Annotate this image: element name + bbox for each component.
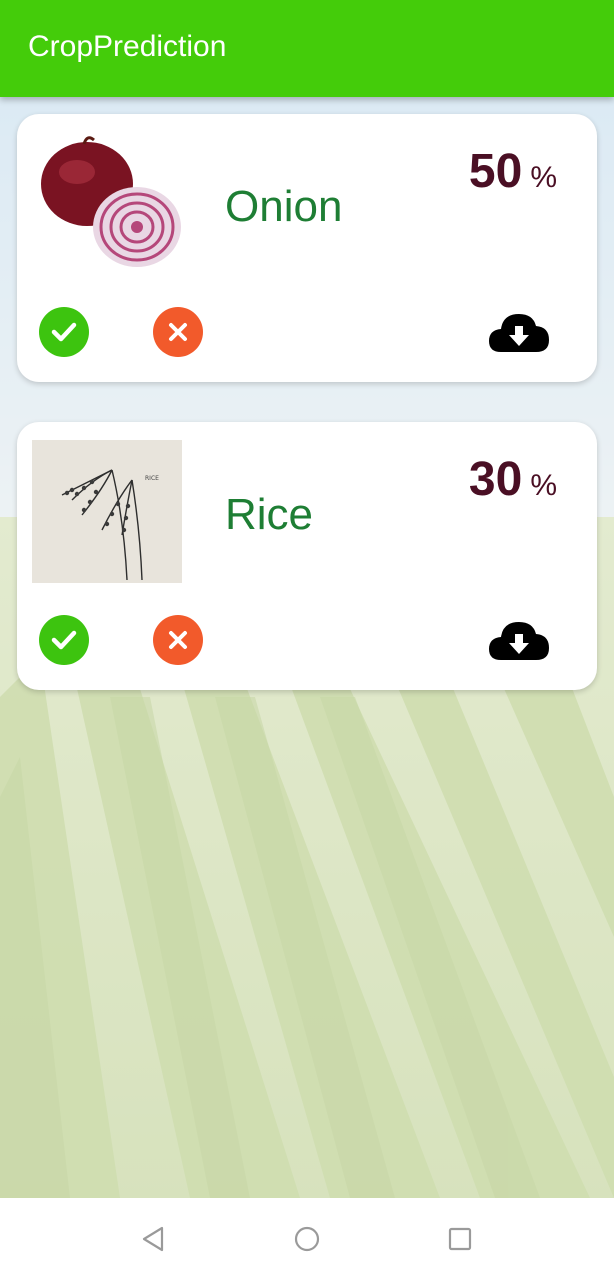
crop-name: Rice	[225, 490, 314, 539]
check-icon	[51, 630, 77, 650]
recents-square-icon	[448, 1227, 472, 1251]
close-icon	[169, 323, 187, 341]
accept-button[interactable]	[39, 615, 89, 665]
prediction-percent: 30 %	[469, 452, 557, 507]
prediction-percent: 50 %	[469, 144, 557, 199]
reject-button[interactable]	[153, 307, 203, 357]
check-icon	[51, 322, 77, 342]
close-icon	[169, 631, 187, 649]
percent-sign: %	[530, 469, 557, 502]
rice-image-caption: RICE	[145, 475, 159, 482]
app-bar: CropPrediction	[0, 0, 614, 97]
percent-value: 50	[468, 145, 523, 198]
system-nav-bar	[0, 1198, 614, 1280]
back-triangle-icon	[142, 1226, 164, 1252]
home-button[interactable]	[291, 1223, 323, 1255]
cloud-download-icon	[489, 622, 549, 660]
app-title: CropPrediction	[28, 30, 227, 63]
recents-button[interactable]	[444, 1223, 476, 1255]
cloud-download-icon	[489, 314, 549, 352]
percent-sign: %	[530, 161, 557, 194]
download-button[interactable]	[487, 614, 551, 666]
percent-value: 30	[468, 453, 523, 506]
crop-name: Onion	[225, 182, 343, 231]
reject-button[interactable]	[153, 615, 203, 665]
accept-button[interactable]	[39, 307, 89, 357]
crop-card-onion: Onion 50 %	[17, 114, 597, 382]
rice-sketch-image: RICE	[32, 440, 182, 583]
home-circle-icon	[294, 1226, 320, 1252]
download-button[interactable]	[487, 306, 551, 358]
back-button[interactable]	[138, 1223, 170, 1255]
crop-card-rice: RICE Rice 30 %	[17, 422, 597, 690]
onion-image	[32, 132, 182, 276]
